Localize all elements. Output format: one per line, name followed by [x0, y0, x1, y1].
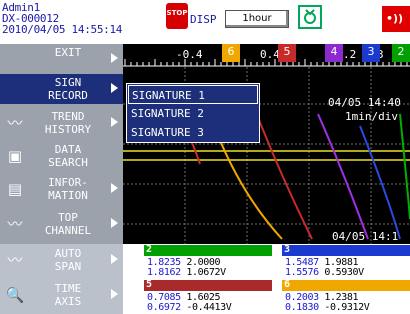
- chevron-right-icon: [111, 53, 118, 63]
- channel-panel-6: 6 0.2003 1.2381 0.1830 -0.9312V: [282, 279, 410, 314]
- interval-label: 1min/div: [345, 110, 398, 123]
- menu-item-sign-record[interactable]: SIGN RECORD: [0, 74, 123, 104]
- auto-span-icon: 〰: [7, 251, 23, 269]
- panel-header: 6: [282, 279, 410, 291]
- menu-item-data-search[interactable]: ▣ DATA SEARCH: [0, 141, 123, 171]
- trend-line-4: [317, 113, 369, 240]
- stop-label: STOP: [166, 9, 188, 17]
- menu-label: DATA SEARCH: [48, 143, 88, 169]
- menu-item-information[interactable]: ▤ INFOR- MATION: [0, 174, 123, 204]
- information-icon: ▤: [7, 180, 23, 198]
- menu-label: INFOR- MATION: [48, 176, 88, 202]
- scan-icon[interactable]: [298, 5, 322, 29]
- channel-marker-3: 3: [362, 44, 380, 62]
- channel-panel-2: 2 1.8235 2.0000 1.8162 1.0672V: [144, 244, 272, 279]
- function-menu: EXIT SIGN RECORD 〰 TREND HISTORY ▣ DATA …: [0, 44, 123, 314]
- trend-line-2: [399, 113, 410, 220]
- menu-label: AUTO SPAN: [54, 247, 82, 273]
- channel-marker-6: 6: [222, 44, 240, 62]
- menu-label: TIME AXIS: [54, 282, 82, 308]
- panel-header: 5: [144, 279, 272, 291]
- alarm-icon[interactable]: •)): [382, 6, 410, 32]
- trend-rate-box[interactable]: 1hour: [225, 10, 289, 28]
- scan-icon-glyph: [304, 9, 316, 24]
- submenu-item-signature-1[interactable]: SIGNATURE 1: [128, 85, 258, 104]
- panel-header: 2: [144, 244, 272, 256]
- trend-line-3: [359, 125, 401, 240]
- data-search-icon: ▣: [7, 147, 23, 165]
- trend-history-icon: 〰: [7, 114, 23, 132]
- chevron-right-icon: [111, 218, 118, 228]
- time-label-bottom: 04/05 14:1: [332, 230, 399, 243]
- menu-label: TOP CHANNEL: [44, 211, 92, 237]
- menu-label: SIGN RECORD: [48, 76, 88, 102]
- channel-marker-5: 5: [278, 44, 296, 62]
- menu-label: TREND HISTORY: [44, 110, 92, 136]
- chevron-right-icon: [111, 289, 118, 299]
- datetime: 2010/04/05 14:55:14: [2, 23, 123, 36]
- channel-marker-2: 2: [392, 44, 410, 62]
- channel-marker-4: 4: [325, 44, 343, 62]
- time-axis-icon: 🔍: [5, 286, 25, 304]
- top-channel-icon: 〰: [7, 215, 23, 233]
- menu-item-exit[interactable]: EXIT: [0, 44, 123, 74]
- stop-icon[interactable]: STOP: [166, 3, 188, 29]
- panel-header: 3: [282, 244, 410, 256]
- menu-label: EXIT: [54, 46, 82, 59]
- chevron-right-icon: [111, 254, 118, 264]
- signature-submenu: SIGNATURE 1 SIGNATURE 2 SIGNATURE 3: [126, 83, 260, 143]
- recorder-screen: Admin1 DX-000012 2010/04/05 14:55:14 STO…: [0, 0, 410, 314]
- menu-item-top-channel[interactable]: 〰 TOP CHANNEL: [0, 209, 123, 239]
- chevron-right-icon: [111, 83, 118, 93]
- channel-panel-5: 5 0.7085 1.6025 0.6972 -0.4413V: [144, 279, 272, 314]
- menu-item-time-axis[interactable]: 🔍 TIME AXIS: [0, 280, 123, 310]
- submenu-item-signature-3[interactable]: SIGNATURE 3: [128, 123, 258, 142]
- chevron-right-icon: [111, 183, 118, 193]
- disp-label: DISP: [190, 13, 217, 26]
- scale-value-1: -0.4: [176, 48, 203, 61]
- scale-value-2: 0.4: [260, 48, 280, 61]
- menu-item-trend-history[interactable]: 〰 TREND HISTORY: [0, 108, 123, 138]
- channel-panel-3: 3 1.5487 1.9881 1.5576 0.5930V: [282, 244, 410, 279]
- time-label-top: 04/05 14:40: [328, 96, 401, 109]
- chevron-right-icon: [111, 117, 118, 127]
- submenu-item-signature-2[interactable]: SIGNATURE 2: [128, 104, 258, 123]
- scale-value-3: .2: [343, 48, 357, 61]
- status-header: Admin1 DX-000012 2010/04/05 14:55:14 STO…: [0, 0, 410, 44]
- menu-item-auto-span[interactable]: 〰 AUTO SPAN: [0, 245, 123, 275]
